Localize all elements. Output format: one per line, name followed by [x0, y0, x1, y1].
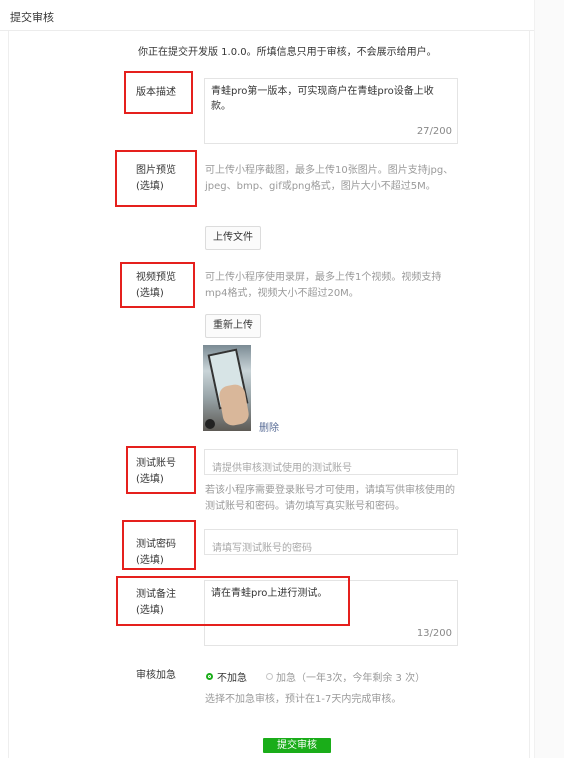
upload-file-button[interactable]: 上传文件 — [205, 226, 261, 250]
highlight-version-desc — [124, 71, 193, 114]
play-icon — [205, 419, 215, 429]
version-desc-value: 青蛙pro第一版本，可实现商户在青蛙pro设备上收款。 — [211, 86, 434, 112]
version-desc-textarea[interactable]: 青蛙pro第一版本，可实现商户在青蛙pro设备上收款。 27/200 — [204, 78, 458, 144]
expedite-label: 审核加急 — [136, 670, 176, 681]
delete-video-link[interactable]: 删除 — [259, 419, 279, 434]
highlight-test-notes — [116, 576, 350, 626]
video-thumbnail[interactable] — [203, 345, 251, 431]
reupload-button[interactable]: 重新上传 — [205, 314, 261, 338]
test-account-input[interactable]: 请提供审核测试使用的测试账号 — [204, 449, 458, 475]
radio-expedite-label[interactable]: 加急（一年3次，今年剩余 3 次） — [276, 669, 425, 684]
page-header: 提交审核 — [0, 0, 534, 31]
page-scroll-area — [534, 0, 564, 758]
page-title: 提交审核 — [10, 11, 54, 24]
highlight-video-preview — [120, 262, 195, 308]
submit-review-button[interactable]: 提交审核 — [263, 738, 331, 753]
highlight-test-password — [122, 520, 196, 570]
image-preview-hint: 可上传小程序截图，最多上传10张图片。图片支持jpg、jpeg、bmp、gif或… — [205, 165, 454, 192]
version-desc-counter: 27/200 — [416, 126, 452, 137]
test-account-hint: 若该小程序需要登录账号才可使用，请填写供审核使用的测试账号和密码。请勿填写真实账… — [205, 485, 455, 512]
intro-text: 你正在提交开发版 1.0.0。所填信息只用于审核，不会展示给用户。 — [138, 47, 437, 58]
expedite-hint: 选择不加急审核，预计在1-7天内完成审核。 — [205, 694, 402, 705]
highlight-test-account — [126, 446, 196, 494]
test-notes-counter: 13/200 — [416, 628, 452, 639]
test-account-placeholder: 请提供审核测试使用的测试账号 — [212, 463, 352, 474]
video-preview-hint: 可上传小程序使用录屏，最多上传1个视频。视频支持mp4格式，视频大小不超过20M… — [205, 272, 442, 299]
radio-no-expedite[interactable] — [206, 673, 213, 680]
test-password-input[interactable]: 请填写测试账号的密码 — [204, 529, 458, 555]
highlight-image-preview — [115, 150, 197, 207]
radio-expedite[interactable] — [266, 673, 273, 680]
test-password-placeholder: 请填写测试账号的密码 — [212, 543, 312, 554]
radio-no-expedite-label[interactable]: 不加急 — [217, 669, 247, 684]
